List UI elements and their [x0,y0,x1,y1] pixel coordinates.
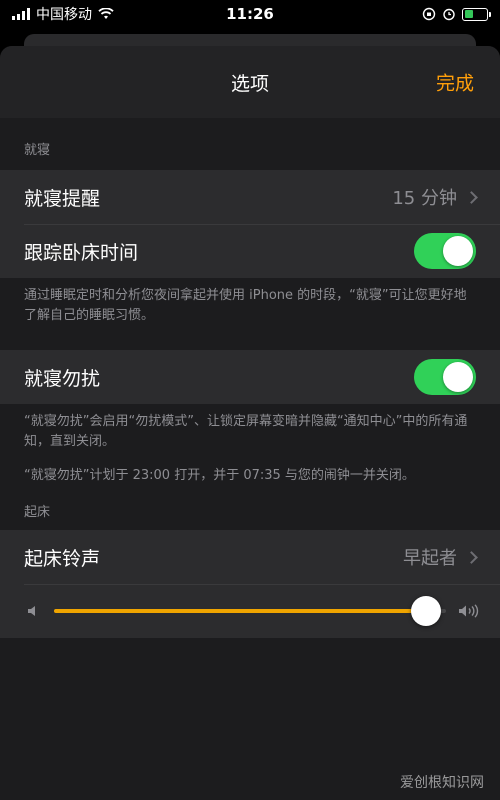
bedtime-dnd-row: 就寝勿扰 [0,350,500,404]
speaker-high-icon [459,604,479,618]
wake-group: 起床铃声 早起者 [0,530,500,638]
status-left: 中国移动 [12,4,114,24]
track-footer-text: 通过睡眠定时和分析您夜间拿起并使用 iPhone 的时段，“就寝”可让您更好地了… [24,288,467,323]
wake-sound-value-group: 早起者 [403,544,478,570]
battery-icon [462,7,491,21]
status-bar: 中国移动 11:26 [0,0,500,28]
wake-sound-row[interactable]: 起床铃声 早起者 [0,530,500,584]
status-right [422,7,491,21]
track-time-in-bed-toggle[interactable] [414,233,476,269]
bedtime-reminder-value-group: 15 分钟 [392,184,478,210]
bedtime-section-header: 就寝 [24,143,51,158]
speaker-low-icon [28,606,35,616]
bedtime-group: 就寝提醒 15 分钟 跟踪卧床时间 [0,170,500,278]
track-time-in-bed-label: 跟踪卧床时间 [24,241,139,264]
done-button[interactable]: 完成 [436,69,474,96]
alarm-icon [443,8,455,21]
dnd-group: 就寝勿扰 [0,350,500,404]
status-time: 11:26 [226,5,274,23]
chevron-right-icon [465,550,478,564]
bedtime-dnd-toggle[interactable] [414,359,476,395]
track-time-in-bed-row: 跟踪卧床时间 [0,224,500,278]
volume-slider-row [0,584,500,638]
dnd-footer-text-1: “就寝勿扰”会启用“勿扰模式”、让锁定屏幕变暗并隐藏“通知中心”中的所有通知，直… [24,414,468,449]
signal-icon [12,8,30,20]
volume-slider-fill [54,609,427,613]
bedtime-reminder-row[interactable]: 就寝提醒 15 分钟 [0,170,500,224]
volume-slider-thumb[interactable] [411,596,442,626]
options-sheet: 选项 完成 就寝 就寝提醒 15 分钟 跟踪卧床时间 通过睡眠定时和分析您夜间拿… [0,46,500,800]
carrier-name: 中国移动 [36,7,92,23]
bedtime-reminder-label: 就寝提醒 [24,187,101,210]
dnd-footer-text-2: “就寝勿扰”计划于 23:00 打开，并于 07:35 与您的闹钟一并关闭。 [24,468,415,483]
watermark: 爱创根知识网 [400,775,484,791]
bedtime-dnd-label: 就寝勿扰 [24,367,101,390]
orientation-lock-icon [422,7,436,21]
wake-section-header: 起床 [24,505,51,520]
wifi-icon [98,8,114,19]
bedtime-reminder-value: 15 分钟 [392,188,457,209]
page-title: 选项 [230,72,269,95]
chevron-right-icon [465,190,478,204]
wake-sound-value: 早起者 [403,548,457,569]
wake-sound-label: 起床铃声 [24,547,101,570]
nav-bar: 选项 完成 [0,46,500,118]
volume-slider[interactable] [54,596,446,626]
